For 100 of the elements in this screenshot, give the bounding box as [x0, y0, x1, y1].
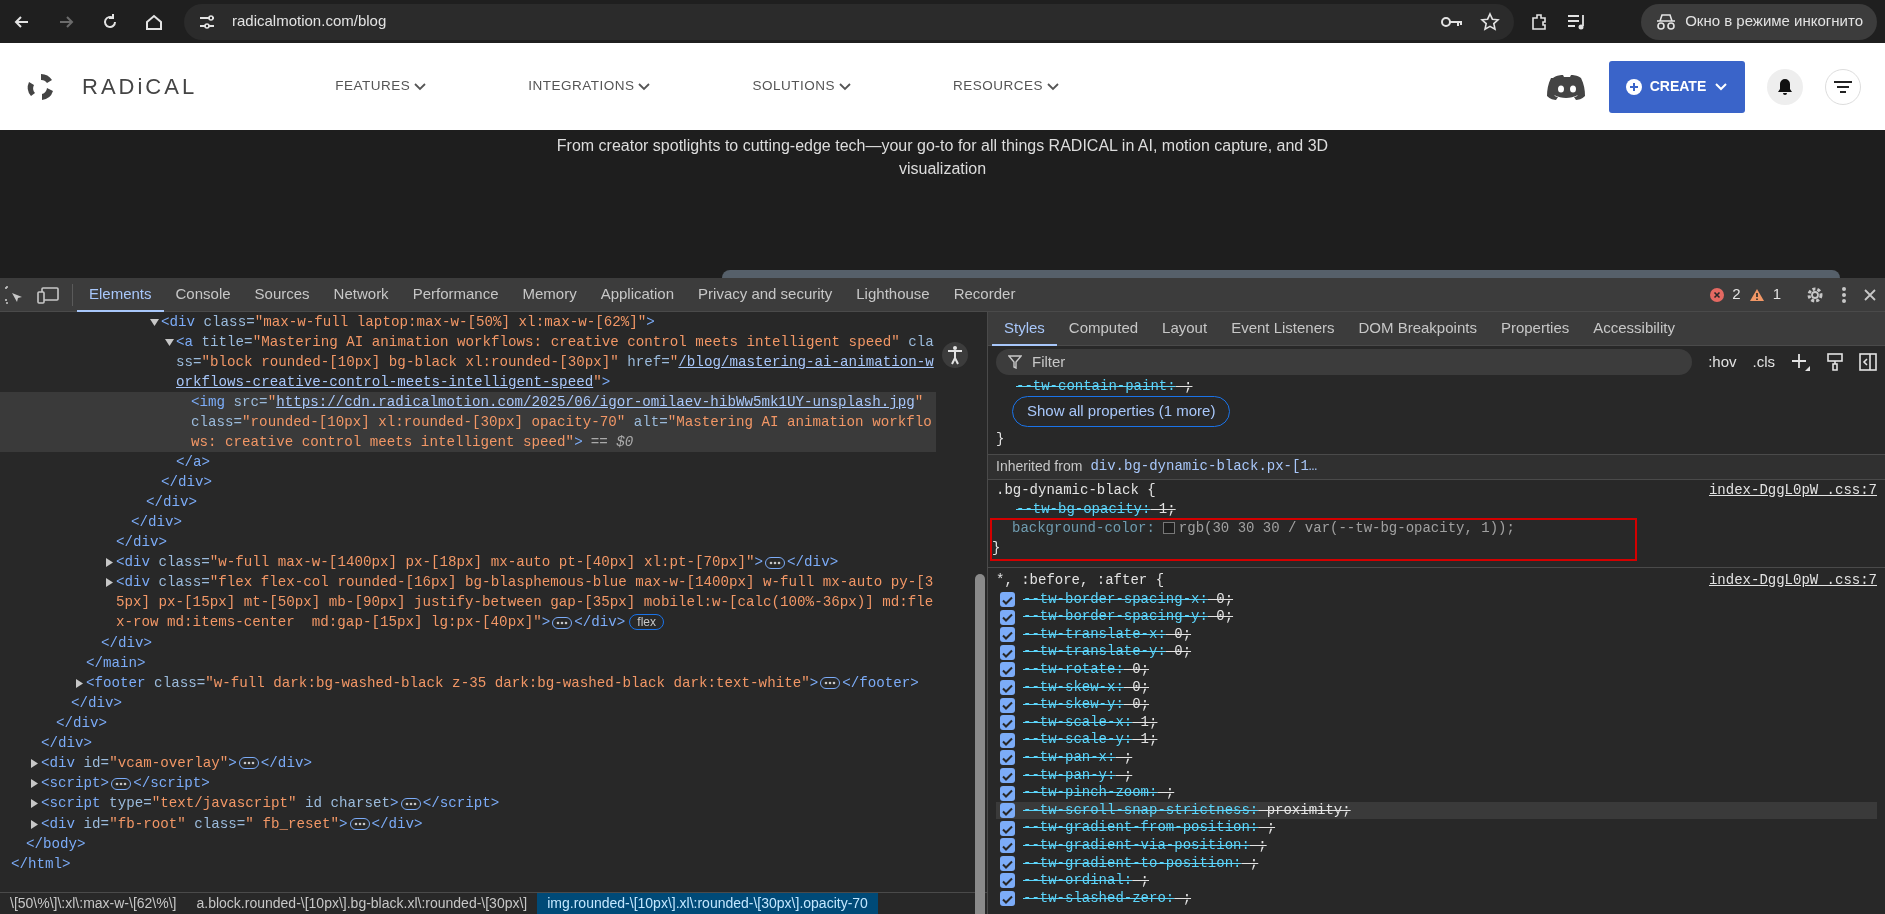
dom-node-line[interactable]: </div> — [0, 732, 936, 753]
checkbox[interactable] — [1000, 644, 1015, 660]
devtools-tab[interactable]: Application — [588, 277, 687, 312]
breadcrumb-item[interactable]: \[50\%\]\:xl\:max-w-\[62\%\] — [0, 893, 187, 914]
close-icon[interactable] — [1863, 287, 1877, 302]
css-property[interactable]: --tw-border-spacing-x: 0; — [996, 590, 1877, 609]
dom-node-line[interactable]: <script type="text/javascript" id charset> </script> — [0, 793, 936, 814]
dom-node-line[interactable]: <div id="fb-root" class=" fb_reset"> </div> — [0, 813, 936, 834]
collapsed-triangle-icon[interactable] — [30, 758, 39, 768]
hov-toggle[interactable]: :hov — [1708, 350, 1737, 374]
nav-menu[interactable]: INTEGRATIONS — [522, 75, 657, 98]
devtools-tab[interactable]: Network — [321, 277, 401, 312]
dom-node-line[interactable]: </div> — [0, 532, 936, 552]
device-toolbar-icon[interactable] — [36, 284, 60, 305]
dom-node-line[interactable]: <div class="max-w-full laptop:max-w-[50%] xl:max-w-[62%]"> — [0, 312, 936, 332]
collapsed-triangle-icon[interactable] — [75, 678, 84, 688]
checkbox[interactable] — [1000, 627, 1015, 643]
dom-node-line[interactable]: </div> — [0, 512, 936, 532]
collapsed-triangle-icon[interactable] — [105, 578, 114, 588]
css-property[interactable]: background-color: rgb(30 30 30 / var(--tw-bg-opacity, 1)); — [992, 520, 1635, 538]
expanded-triangle-icon[interactable] — [165, 338, 174, 347]
warning-count[interactable]: 1 — [1772, 283, 1781, 306]
devtools-tab[interactable]: Sources — [242, 277, 322, 312]
checkbox[interactable] — [1000, 662, 1015, 678]
dom-node-line[interactable]: <div class="flex flex-col rounded-[16px] bg-blasphemous-blue max-w-[1400px] w-full mx-auto py-[35px] px-[15px] mt-[50px] mb-[90px] justify-between gap-[35px] mobilel:w-[calc(100%-36px)] md:flex-row md:items-center md:gap-[15px] lg:px-[40px]"> </div> flex — [0, 572, 936, 633]
accessibility-icon[interactable] — [942, 342, 968, 368]
dom-node-line[interactable]: <footer class="w-full dark:bg-washed-black z-35 dark:bg-washed-black dark:text-white"> </footer> — [0, 672, 936, 693]
stylesheet-link[interactable]: index-DggL0pW_.css:7 — [1708, 479, 1877, 501]
css-property[interactable]: --tw-scroll-snap-strictness: proximity; — [996, 801, 1877, 820]
css-property[interactable]: --tw-translate-y: 0; — [996, 643, 1877, 662]
styles-tab[interactable]: Computed — [1056, 312, 1151, 346]
collapsed-triangle-icon[interactable] — [105, 558, 114, 567]
checkbox[interactable] — [1000, 750, 1015, 766]
styles-tab[interactable]: Event Listeners — [1219, 312, 1347, 346]
css-property[interactable]: --tw-ordinal: ; — [996, 872, 1877, 890]
dom-node-line[interactable]: </main> — [0, 652, 936, 673]
devtools-tab[interactable]: Performance — [400, 277, 511, 312]
devtools-tab[interactable]: Console — [163, 277, 243, 312]
devtools-tab[interactable]: Lighthouse — [844, 277, 942, 312]
collapsed-triangle-icon[interactable] — [30, 779, 39, 788]
css-property[interactable]: --tw-scale-y: 1; — [996, 731, 1877, 750]
more-options-icon[interactable] — [1841, 285, 1847, 304]
cls-toggle[interactable]: .cls — [1752, 350, 1775, 374]
devtools-tab[interactable]: Elements — [77, 277, 164, 312]
css-property[interactable]: --tw-gradient-to-position: ; — [996, 854, 1877, 873]
dom-node-line[interactable]: <script> </script> — [0, 773, 936, 794]
checkbox[interactable] — [1000, 679, 1015, 695]
checkbox[interactable] — [1000, 785, 1015, 801]
create-button[interactable]: CREATE — [1609, 60, 1745, 113]
inspect-icon[interactable] — [4, 284, 24, 305]
dom-node-line[interactable]: </div> — [0, 712, 936, 733]
css-property[interactable]: --tw-gradient-via-position: ; — [996, 837, 1877, 855]
css-property[interactable]: --tw-slashed-zero: ; — [996, 889, 1877, 908]
devtools-tab[interactable]: Privacy and security — [686, 277, 845, 312]
dom-node-line[interactable]: <div id="vcam-overlay"> </div> — [0, 752, 936, 773]
dom-node-line[interactable]: </div> — [0, 692, 936, 713]
styles-tab[interactable]: Properties — [1488, 312, 1582, 346]
css-property[interactable]: --tw-pan-x: ; — [996, 749, 1877, 767]
css-property[interactable]: --tw-border-spacing-y: 0; — [996, 608, 1877, 626]
incognito-chip[interactable]: Окно в режиме инкогнито — [1641, 3, 1877, 40]
dom-node-line[interactable]: <a title="Mastering AI animation workflows: creative control meets intelligent speed" class="block rounded-[10px] bg-black xl:rounded-[30px]" href="/blog/mastering-ai-animation-workflows-creative-control-meets-intelligent-speed"> — [0, 332, 936, 392]
dom-node-line[interactable]: </div> — [0, 492, 936, 512]
expanded-triangle-icon[interactable] — [150, 318, 159, 327]
address-bar[interactable]: radicalmotion.com/blog — [184, 3, 1514, 40]
devtools-tab[interactable]: Recorder — [941, 277, 1028, 312]
breadcrumb-item[interactable]: a.block.rounded-\[10px\].bg-black.xl\:rounded-\[30px\] — [186, 893, 538, 914]
star-icon[interactable] — [1480, 11, 1500, 32]
nav-menu[interactable]: RESOURCES — [946, 75, 1065, 98]
css-property[interactable]: --tw-skew-x: 0; — [996, 678, 1877, 697]
checkbox[interactable] — [1000, 592, 1015, 607]
css-property[interactable]: --tw-scale-x: 1; — [996, 713, 1877, 732]
breadcrumb-item[interactable]: img.rounded-\[10px\].xl\:rounded-\[30px\].opacity-70 — [537, 893, 878, 914]
nav-menu[interactable]: SOLUTIONS — [746, 75, 857, 98]
styles-tab[interactable]: Accessibility — [1581, 312, 1687, 346]
checkbox[interactable] — [1000, 820, 1015, 836]
checkbox[interactable] — [1000, 697, 1015, 713]
styles-tab[interactable]: Styles — [992, 312, 1057, 346]
dom-node-line[interactable]: </a> — [0, 452, 936, 472]
sidebar-toggle-icon[interactable] — [1859, 353, 1877, 371]
checkbox[interactable] — [1000, 873, 1015, 889]
devtools-tab[interactable]: Memory — [510, 277, 589, 312]
color-swatch[interactable] — [1162, 522, 1175, 535]
css-property[interactable]: --tw-pinch-zoom: ; — [996, 784, 1877, 802]
css-property[interactable]: --tw-bg-opacity: 1; — [996, 500, 1877, 519]
nav-menu[interactable]: FEATURES — [329, 75, 433, 98]
inherited-link[interactable]: div.bg-dynamic-black.px-[1… — [1090, 456, 1318, 477]
dom-node-line[interactable]: </div> — [0, 632, 936, 653]
css-property[interactable]: --tw-translate-x: 0; — [996, 625, 1877, 644]
css-property[interactable]: --tw-contain-paint: ; — [996, 378, 1877, 394]
error-count[interactable]: 2 — [1732, 283, 1741, 306]
dom-node-line[interactable]: </div> — [0, 472, 936, 492]
checkbox[interactable] — [1000, 609, 1015, 625]
checkbox[interactable] — [1000, 891, 1015, 907]
styles-tab[interactable]: Layout — [1150, 312, 1220, 346]
collapsed-triangle-icon[interactable] — [30, 819, 39, 829]
scrollbar-thumb[interactable] — [975, 574, 985, 914]
styles-tab[interactable]: DOM Breakpoints — [1346, 312, 1489, 346]
css-property[interactable]: --tw-gradient-from-position: ; — [996, 819, 1877, 837]
checkbox[interactable] — [1000, 838, 1015, 854]
dom-node-line[interactable]: </html> — [0, 853, 936, 874]
